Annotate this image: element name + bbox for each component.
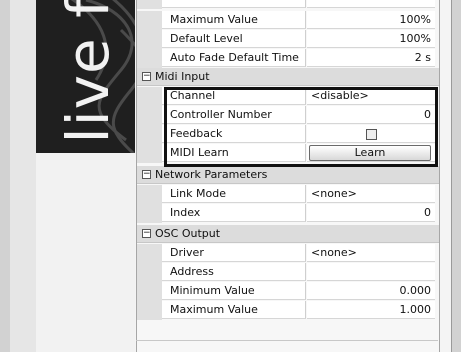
property-label: MIDI Learn [162,144,306,162]
link-mode-dropdown[interactable]: <none> [307,185,435,203]
category-label: Network Parameters [155,168,268,181]
property-row-default-level[interactable]: Default Level 100% [137,30,439,49]
minimum-value-field[interactable]: 0.000 [307,282,435,300]
property-row-maximum-value-osc[interactable]: Maximum Value 1.000 [137,301,439,320]
property-value[interactable]: 100% [307,11,435,29]
category-midi-input[interactable]: − Midi Input [137,68,439,86]
property-row-auto-fade[interactable]: Auto Fade Default Time 2 s [137,49,439,68]
category-osc-output[interactable]: − OSC Output [137,225,439,243]
window-frame-right [451,0,461,352]
address-field[interactable] [307,263,435,281]
property-label: Controller Number [162,106,306,124]
property-row-address[interactable]: Address [137,263,439,282]
property-label: Maximum Value [162,301,306,319]
property-label: Address [162,263,306,281]
property-label: Maximum Value [162,11,306,29]
feedback-checkbox[interactable] [365,128,377,140]
property-row-link-mode[interactable]: Link Mode <none> [137,185,439,204]
property-grid: Maximum Value 100% Default Level 100% Au… [136,0,440,352]
property-label: Minimum Value [162,282,306,300]
maximum-value-field[interactable]: 1.000 [307,301,435,319]
property-label: Index [162,204,306,222]
property-row-index[interactable]: Index 0 [137,204,439,223]
logo-text: live f [54,0,122,144]
live-logo: live f [36,0,135,153]
driver-dropdown[interactable]: <none> [307,244,435,262]
property-row-channel[interactable]: Channel <disable> [137,87,439,106]
property-label: Auto Fade Default Time [162,49,306,67]
index-field[interactable]: 0 [307,204,435,222]
left-panel-empty [36,153,135,352]
controller-number-field[interactable]: 0 [307,106,435,124]
property-label: Link Mode [162,185,306,203]
collapse-icon[interactable]: − [142,170,151,179]
property-row-maximum-value[interactable]: Maximum Value 100% [137,11,439,30]
grid-bottom-divider [136,340,438,341]
channel-dropdown[interactable]: <disable> [307,87,435,105]
property-value[interactable]: 100% [307,30,435,48]
property-row-feedback[interactable]: Feedback [137,125,439,144]
property-row-partial [137,0,439,9]
property-value[interactable]: 2 s [307,49,435,67]
property-row-midi-learn[interactable]: MIDI Learn Learn [137,144,439,163]
collapse-icon[interactable]: − [142,229,151,238]
collapse-icon[interactable]: − [142,72,151,81]
property-row-controller-number[interactable]: Controller Number 0 [137,106,439,125]
side-strip [10,0,37,352]
property-row-driver[interactable]: Driver <none> [137,244,439,263]
property-label: Driver [162,244,306,262]
property-label: Feedback [162,125,306,143]
category-label: Midi Input [155,70,210,83]
property-label: Channel [162,87,306,105]
category-label: OSC Output [155,227,221,240]
learn-button[interactable]: Learn [309,145,431,161]
category-network-parameters[interactable]: − Network Parameters [137,166,439,184]
property-row-minimum-value[interactable]: Minimum Value 0.000 [137,282,439,301]
property-label: Default Level [162,30,306,48]
